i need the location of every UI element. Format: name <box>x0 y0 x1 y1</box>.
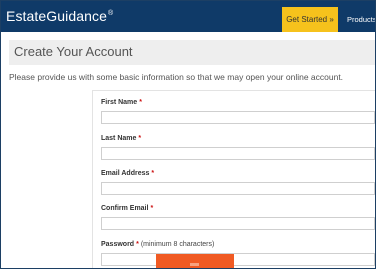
email-address-input[interactable] <box>101 182 375 195</box>
intro-text: Please provide us with some basic inform… <box>9 72 344 82</box>
required-marker: * <box>150 205 154 212</box>
required-marker: * <box>151 170 155 177</box>
confirm-email-label: Confirm Email * <box>101 205 154 212</box>
confirm-email-input[interactable] <box>101 217 375 230</box>
password-hint: (minimum 8 characters) <box>140 241 215 248</box>
page-title-bar: Create Your Account <box>9 40 375 65</box>
first-name-input[interactable] <box>101 111 375 124</box>
site-logo[interactable]: EstateGuidance® <box>6 8 113 24</box>
password-input[interactable] <box>101 253 375 266</box>
page-title: Create Your Account <box>14 44 133 59</box>
first-name-label: First Name * <box>101 99 142 106</box>
button-label-fragment <box>190 263 199 266</box>
browser-viewport: EstateGuidance® Get Started » Products C… <box>0 0 376 269</box>
last-name-input[interactable] <box>101 147 375 160</box>
get-started-button[interactable]: Get Started » <box>282 7 338 32</box>
required-marker: * <box>136 241 139 248</box>
site-header: EstateGuidance® Get Started » Products <box>1 1 375 32</box>
password-label: Password * (minimum 8 characters) <box>101 241 215 248</box>
nav-item-products[interactable]: Products <box>347 15 375 24</box>
logo-text: EstateGuidance <box>6 8 108 24</box>
last-name-label: Last Name * <box>101 135 142 142</box>
email-address-label: Email Address * <box>101 170 155 177</box>
required-marker: * <box>139 99 142 106</box>
required-marker: * <box>138 135 142 142</box>
submit-button[interactable] <box>156 254 234 268</box>
registered-mark: ® <box>108 10 114 18</box>
